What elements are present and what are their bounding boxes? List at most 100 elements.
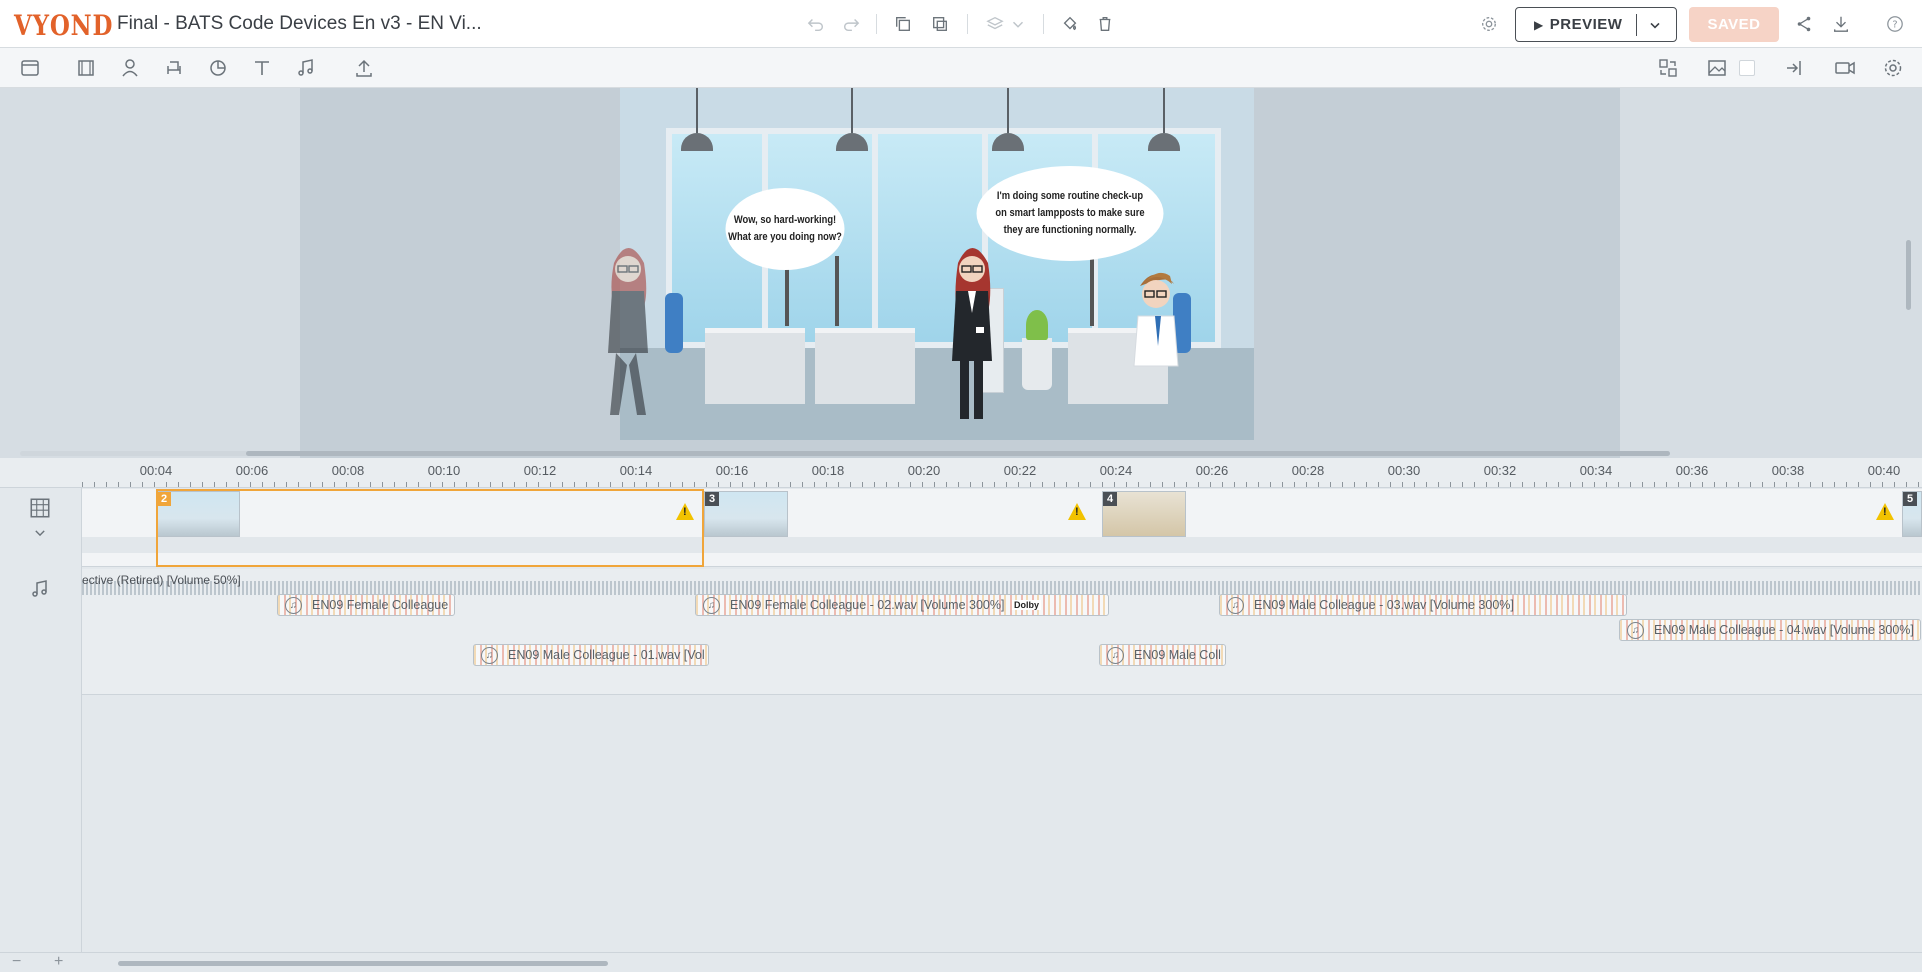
scene-block[interactable]: 4: [1102, 489, 1902, 567]
camera-icon[interactable]: [1832, 55, 1858, 81]
music-note-icon: ♫: [481, 647, 498, 664]
office-chair[interactable]: [665, 293, 683, 353]
timeline-tick-label: 00:30: [1387, 463, 1421, 478]
scene-thumbnail[interactable]: 4: [1102, 491, 1186, 537]
scene-thumbnail[interactable]: 2: [156, 491, 240, 537]
text-icon[interactable]: [249, 55, 275, 81]
paste-icon[interactable]: [927, 11, 953, 37]
scene-thumbnail[interactable]: 3: [704, 491, 788, 537]
timeline-horizontal-scrollbar[interactable]: [118, 961, 608, 966]
dolby-logo: Dolby: [1012, 600, 1042, 610]
chevron-down-icon[interactable]: [1005, 11, 1031, 37]
copy-icon[interactable]: [890, 11, 916, 37]
templates-icon[interactable]: [17, 55, 43, 81]
scene-block[interactable]: 3: [704, 489, 1102, 567]
office-desk[interactable]: [815, 328, 915, 404]
audio-clip-label: EN09 Female Colleague - 02.wav [Volume 3…: [730, 598, 1005, 612]
timeline-tick-label: 00:26: [1195, 463, 1229, 478]
music-note-icon: ♫: [1107, 647, 1124, 664]
timeline-tick-label: 00:22: [1003, 463, 1037, 478]
timeline-tick-label: 00:18: [811, 463, 845, 478]
preview-button[interactable]: ▶ PREVIEW: [1515, 7, 1677, 42]
timeline-tick-label: 00:10: [427, 463, 461, 478]
share-icon[interactable]: [1791, 11, 1817, 37]
scene-thumbnail[interactable]: 5: [1902, 491, 1922, 537]
background-music-label: ective (Retired) [Volume 50%]: [82, 573, 241, 587]
audio-clip-label: EN09 Male Colleague - 01.wav [Vol: [508, 648, 705, 662]
timeline-tick-label: 00:24: [1099, 463, 1133, 478]
audio-clip[interactable]: ♫ EN09 Male Colleague - 03.wav [Volume 3…: [1219, 594, 1627, 616]
timeline-tick-label: 00:12: [523, 463, 557, 478]
scene-sublane: [82, 537, 1922, 553]
scene-film-icon[interactable]: [73, 55, 99, 81]
gear-icon[interactable]: [1476, 11, 1502, 37]
track-headers: [0, 488, 82, 972]
document-title[interactable]: Final - BATS Code Devices En v3 - EN Vi.…: [117, 13, 482, 35]
timeline-tick-label: 00:28: [1291, 463, 1325, 478]
download-icon[interactable]: [1828, 11, 1854, 37]
swap-icon[interactable]: [1655, 55, 1681, 81]
scene-block[interactable]: 5: [1902, 489, 1922, 567]
audio-clip[interactable]: ♫ EN09 Female Colleague - 02.wav [Volume…: [695, 594, 1109, 616]
audio-track-music-icon[interactable]: [29, 578, 51, 605]
audio-clip[interactable]: ♫ EN09 Male Colleague - 04.wav [Volume 3…: [1619, 619, 1921, 641]
timeline-tick-label: 00:36: [1675, 463, 1709, 478]
stage-vertical-scrollbar[interactable]: [1906, 240, 1911, 310]
paint-bucket-icon[interactable]: [1057, 11, 1083, 37]
scene-settings-gear-icon[interactable]: [1880, 55, 1906, 81]
warning-icon[interactable]: [1068, 503, 1086, 520]
speech-bubble-right[interactable]: I'm doing some routine check-up on smart…: [976, 166, 1164, 261]
help-icon[interactable]: ?: [1882, 11, 1908, 37]
warning-icon[interactable]: [676, 503, 694, 520]
background-music-clip[interactable]: ective (Retired) [Volume 50%]: [82, 573, 1922, 595]
timeline-ruler[interactable]: 00:04 00:06 00:08 00:10 00:12 00:14 00:16 00:18…: [0, 458, 1922, 488]
scene-block[interactable]: 2: [156, 489, 704, 567]
trash-icon[interactable]: [1092, 11, 1118, 37]
chevron-down-icon[interactable]: [33, 526, 47, 545]
timeline-zoom-in-button[interactable]: +: [54, 953, 63, 971]
stage-area: Wow, so hard-working! What are you doing…: [0, 88, 1922, 458]
timeline-zoom-out-button[interactable]: −: [12, 953, 21, 971]
timeline-tick-label: 00:32: [1483, 463, 1517, 478]
character-icon[interactable]: [117, 55, 143, 81]
scene-number: 2: [157, 492, 171, 506]
timeline-tick-label: 00:14: [619, 463, 653, 478]
saved-button[interactable]: SAVED: [1689, 7, 1779, 42]
audio-clip[interactable]: ♫ EN09 Male Colleague - 01.wav [Vol: [473, 644, 709, 666]
redo-icon[interactable]: [838, 11, 864, 37]
background-image-icon[interactable]: [1704, 55, 1730, 81]
warning-icon[interactable]: [1876, 503, 1894, 520]
vyond-logo[interactable]: VYOND: [14, 9, 113, 42]
scene-number: 3: [705, 492, 719, 506]
preview-label: PREVIEW: [1549, 16, 1623, 33]
scene-number: 5: [1903, 492, 1917, 506]
background-color-swatch[interactable]: [1734, 55, 1760, 81]
upload-icon[interactable]: [351, 55, 377, 81]
character-woman-center[interactable]: [938, 233, 1006, 433]
audio-clip-label: EN09 Male Coll: [1134, 648, 1221, 662]
audio-clip-label: EN09 Female Colleague: [312, 598, 449, 612]
enter-transition-icon[interactable]: [1782, 55, 1808, 81]
audio-clip[interactable]: ♫ EN09 Female Colleague: [277, 594, 455, 616]
timeline-tick-label: 00:16: [715, 463, 749, 478]
scene-track-film-icon[interactable]: [28, 496, 52, 525]
potted-plant[interactable]: [1022, 310, 1052, 390]
top-bar: VYOND Final - BATS Code Devices En v3 - …: [0, 0, 1922, 48]
timeline-tick-label: 00:08: [331, 463, 365, 478]
character-man-desk[interactable]: [1120, 256, 1200, 386]
svg-text:?: ?: [1892, 20, 1897, 31]
speech-bubble-left[interactable]: Wow, so hard-working! What are you doing…: [725, 188, 845, 270]
timeline-tick-label: 00:20: [907, 463, 941, 478]
character-woman-offstage[interactable]: [596, 233, 666, 433]
undo-icon[interactable]: [803, 11, 829, 37]
scene-canvas[interactable]: Wow, so hard-working! What are you doing…: [620, 88, 1254, 440]
stage-horizontal-scrollbar[interactable]: [20, 451, 1670, 456]
chart-pie-icon[interactable]: [205, 55, 231, 81]
office-desk[interactable]: [705, 328, 805, 404]
scene-number: 4: [1103, 492, 1117, 506]
music-note-icon[interactable]: [293, 55, 319, 81]
audio-clip[interactable]: ♫ EN09 Male Coll: [1099, 644, 1226, 666]
preview-options-chevron-icon[interactable]: [1647, 17, 1663, 38]
props-chair-icon[interactable]: [161, 55, 187, 81]
audio-track: ective (Retired) [Volume 50%] ♫ EN09 Fem…: [82, 569, 1922, 695]
